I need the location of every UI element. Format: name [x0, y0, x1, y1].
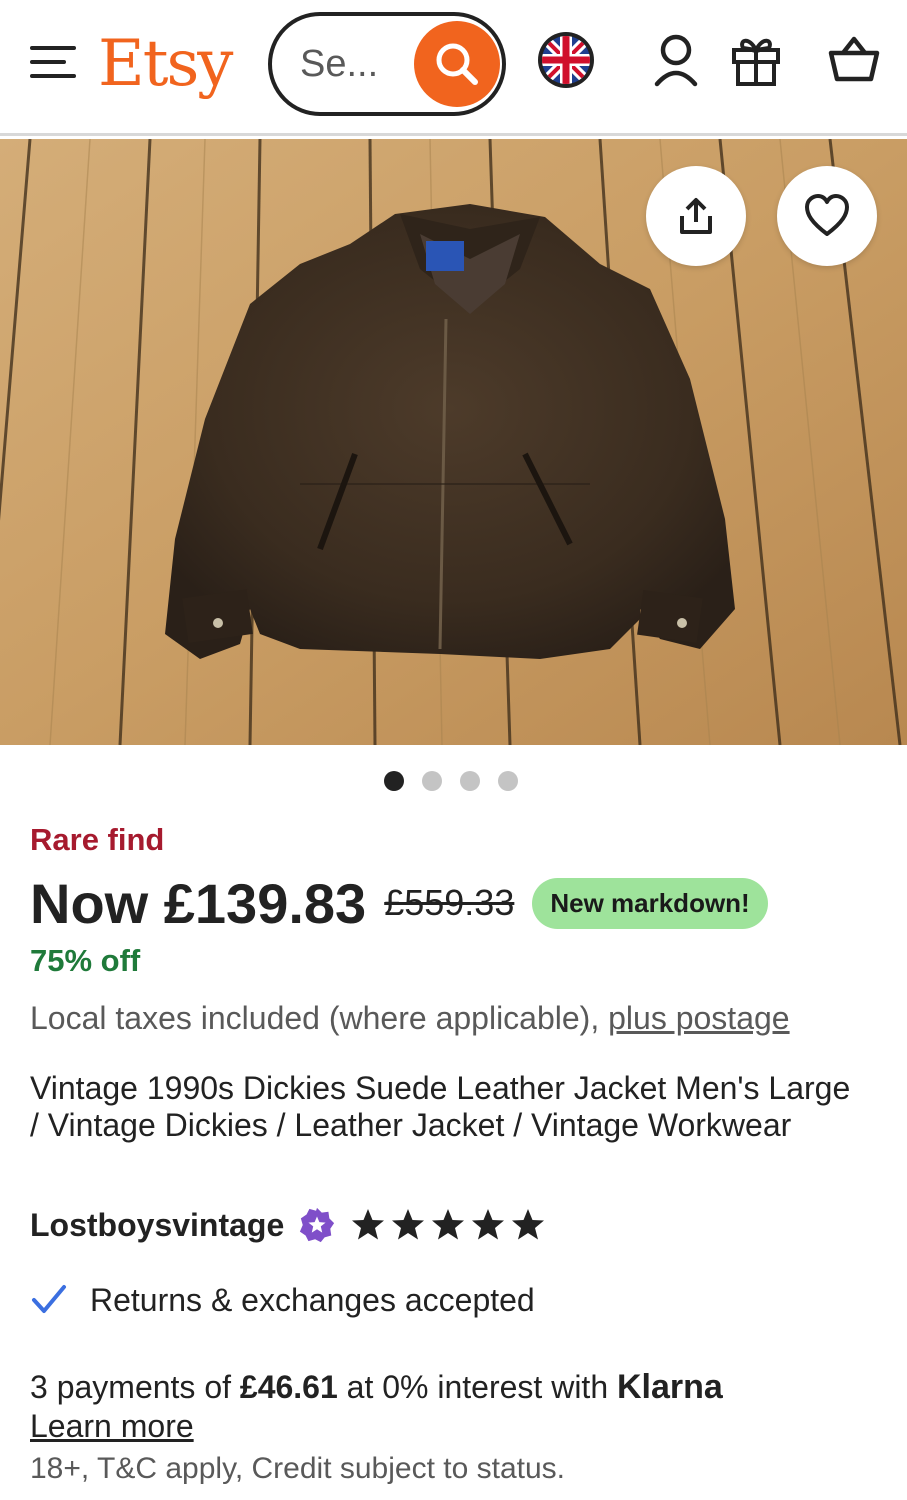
- original-price: £559.33: [384, 882, 515, 923]
- share-button[interactable]: [646, 166, 746, 266]
- menu-icon[interactable]: [30, 44, 76, 80]
- rare-find-label: Rare find: [30, 822, 165, 857]
- star-icon: [472, 1209, 505, 1240]
- jacket-photo: [0, 139, 907, 745]
- uk-flag-icon: [538, 32, 594, 88]
- star-icon: [432, 1209, 465, 1240]
- klarna-fine-print: 18+, T&C apply, Credit subject to status…: [30, 1452, 565, 1485]
- klarna-offer: 3 payments of £46.61 at 0% interest with…: [30, 1368, 723, 1407]
- star-icon: [392, 1209, 425, 1240]
- postage-link[interactable]: plus postage: [608, 1000, 789, 1036]
- listing-title: Vintage 1990s Dickies Suede Leather Jack…: [30, 1070, 851, 1143]
- etsy-logo[interactable]: Etsy: [98, 26, 233, 102]
- favorite-button[interactable]: [777, 166, 877, 266]
- shop-info: Lostboysvintage: [30, 1202, 546, 1248]
- klarna-prefix: 3 payments of: [30, 1369, 240, 1405]
- carousel-dot[interactable]: [384, 771, 404, 791]
- klarna-brand: Klarna: [617, 1368, 723, 1406]
- cart-button[interactable]: [822, 28, 886, 92]
- star-icon: [352, 1209, 385, 1240]
- share-icon: [680, 198, 712, 234]
- carousel-dots: [384, 771, 518, 793]
- account-button[interactable]: [644, 28, 708, 92]
- taxes-text: Local taxes included (where applicable),: [30, 1000, 609, 1036]
- returns-policy: Returns & exchanges accepted: [30, 1278, 535, 1322]
- current-price: Now £139.83: [30, 871, 367, 935]
- check-icon: [32, 1285, 66, 1313]
- shop-name-link[interactable]: Lostboysvintage: [30, 1207, 284, 1244]
- heart-icon: [805, 194, 849, 236]
- taxes-note: Local taxes included (where applicable),…: [30, 1000, 790, 1037]
- price-row: Now £139.83 £559.33 New markdown!: [30, 868, 768, 938]
- klarna-amount: £46.61: [239, 1369, 338, 1405]
- star-icon: [512, 1209, 545, 1240]
- user-icon: [654, 34, 698, 87]
- search-bar: [268, 12, 506, 116]
- learn-more-link[interactable]: Learn more: [30, 1408, 194, 1445]
- site-header: Etsy: [0, 0, 907, 136]
- product-image[interactable]: [0, 139, 907, 745]
- search-icon: [436, 43, 478, 85]
- region-button[interactable]: [534, 28, 598, 92]
- markdown-badge: New markdown!: [532, 877, 768, 929]
- search-button[interactable]: [414, 21, 500, 107]
- rating-stars[interactable]: [350, 1207, 546, 1243]
- search-input[interactable]: [300, 42, 410, 86]
- carousel-dot[interactable]: [422, 771, 442, 791]
- gift-button[interactable]: [724, 28, 788, 92]
- klarna-middle: at 0% interest with: [337, 1369, 617, 1405]
- gift-icon: [732, 38, 780, 86]
- returns-text: Returns & exchanges accepted: [90, 1281, 535, 1318]
- basket-icon: [828, 36, 880, 82]
- carousel-dot[interactable]: [498, 771, 518, 791]
- carousel-dot[interactable]: [460, 771, 480, 791]
- star-seller-badge-icon: [300, 1207, 335, 1243]
- discount-label: 75% off: [30, 943, 141, 978]
